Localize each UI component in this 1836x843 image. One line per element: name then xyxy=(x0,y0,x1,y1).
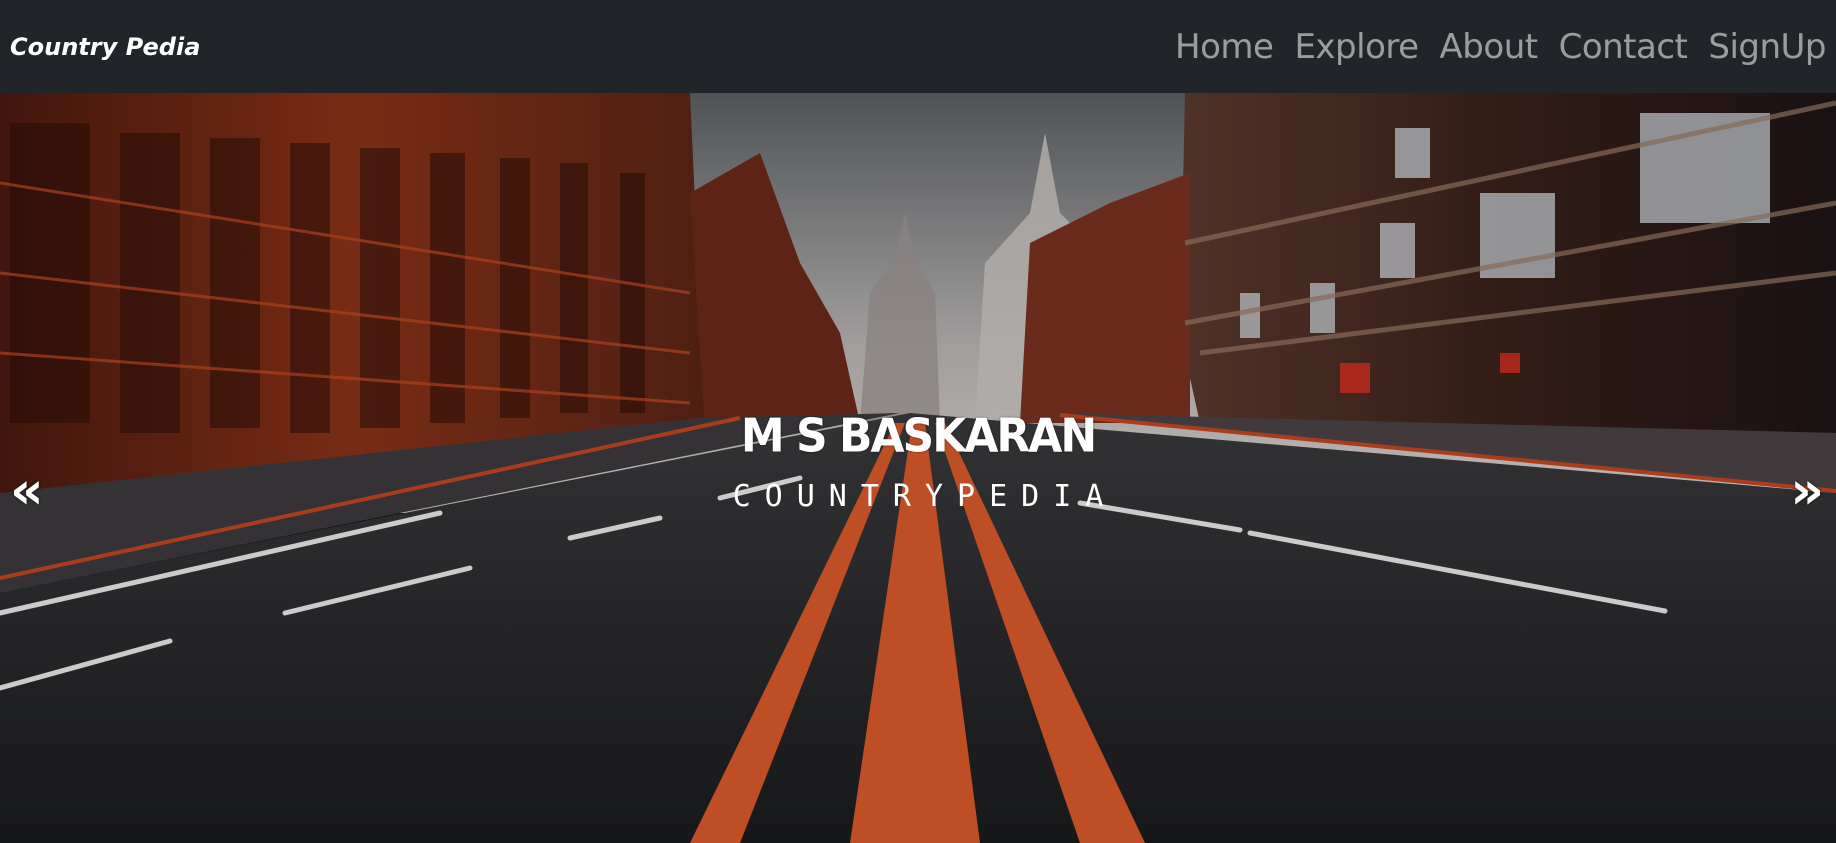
brand-logo[interactable]: Country Pedia xyxy=(10,33,200,61)
nav-links: Home Explore About Contact SignUp xyxy=(1175,27,1830,67)
nav-link-signup[interactable]: SignUp xyxy=(1708,27,1826,67)
nav-link-contact[interactable]: Contact xyxy=(1559,27,1688,67)
hero-subtitle: COUNTRYPEDIA xyxy=(732,479,1118,514)
hero-carousel: M S BASKARAN COUNTRYPEDIA « » xyxy=(0,93,1836,843)
double-chevron-left-icon[interactable]: « xyxy=(10,465,44,517)
nav-link-home[interactable]: Home xyxy=(1175,27,1274,67)
hero-title: M S BASKARAN xyxy=(740,409,1097,464)
navbar: Country Pedia Home Explore About Contact… xyxy=(0,0,1836,93)
double-chevron-right-icon[interactable]: » xyxy=(1790,465,1824,517)
nav-link-explore[interactable]: Explore xyxy=(1294,27,1419,67)
hero-background-image xyxy=(0,93,1836,843)
nav-link-about[interactable]: About xyxy=(1440,27,1539,67)
